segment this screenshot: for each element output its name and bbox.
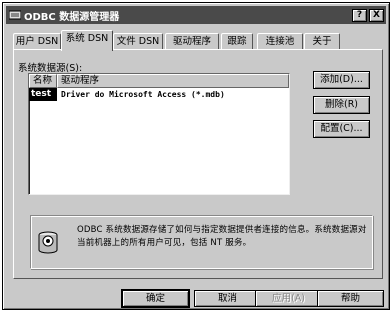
dsn-driver: Driver do Microsoft Access (*.mdb) — [61, 90, 225, 99]
help-button[interactable]: 帮助 — [317, 290, 384, 307]
tab-about[interactable]: 关于 — [304, 33, 340, 50]
list-header: 名称 驱动程序 — [29, 74, 289, 88]
tab-user-dsn[interactable]: 用户 DSN — [13, 33, 61, 50]
close-title-button[interactable]: X — [369, 8, 384, 22]
tab-tracing[interactable]: 跟踪 — [221, 33, 253, 50]
tab-drivers[interactable]: 驱动程序 — [165, 33, 219, 50]
tab-system-dsn[interactable]: 系统 DSN — [61, 30, 113, 51]
window-title: ODBC 数据源管理器 — [24, 11, 120, 23]
remove-button[interactable]: 删除(R) — [313, 96, 370, 114]
list-item[interactable]: test Driver do Microsoft Access (*.mdb) — [29, 88, 289, 101]
info-group: ODBC 系统数据源存储了如何与指定数据提供者连接的信息。系统数据源对当前机器上… — [30, 215, 373, 269]
ok-button[interactable]: 确定 — [121, 289, 190, 308]
info-description: ODBC 系统数据源存储了如何与指定数据提供者连接的信息。系统数据源对当前机器上… — [77, 225, 367, 248]
apply-button[interactable]: 应用(A) — [255, 290, 322, 307]
column-header-name[interactable]: 名称 — [29, 74, 57, 88]
dsn-name: test — [29, 88, 57, 101]
odbc-app-icon — [9, 9, 21, 21]
add-button[interactable]: 添加(D)... — [313, 71, 370, 89]
tab-file-dsn[interactable]: 文件 DSN — [113, 33, 163, 50]
odbc-dialog: ODBC 数据源管理器 ? X 用户 DSN 系统 DSN 文件 DSN 驱动程… — [2, 2, 390, 310]
column-header-driver[interactable]: 驱动程序 — [57, 74, 289, 88]
help-title-button[interactable]: ? — [352, 8, 367, 22]
odbc-datasource-icon — [37, 230, 59, 256]
tab-connection-pooling[interactable]: 连接池 — [257, 33, 303, 50]
cancel-button[interactable]: 取消 — [194, 290, 261, 307]
configure-button[interactable]: 配置(C)... — [313, 120, 370, 138]
system-dsn-list[interactable]: 名称 驱动程序 test Driver do Microsoft Access … — [28, 73, 290, 195]
title-bar[interactable]: ODBC 数据源管理器 ? X — [6, 6, 386, 24]
system-dsn-label: 系统数据源(S): — [18, 63, 83, 74]
